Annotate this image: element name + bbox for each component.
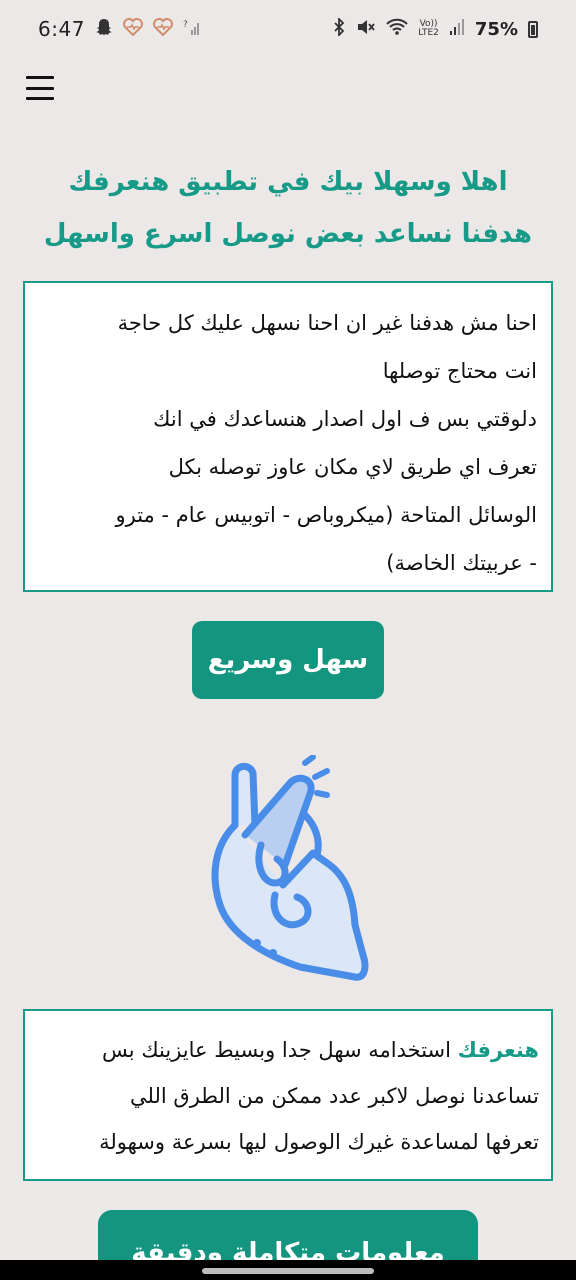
status-left: 6:47 ? (38, 17, 201, 41)
mute-icon (356, 18, 376, 41)
about-line-5: الوسائل المتاحة (ميكروباص - اتوبيس عام -… (115, 503, 537, 527)
bluetooth-icon (332, 16, 346, 41)
menu-line (26, 86, 54, 90)
usage-line-3: تعرفها لمساعدة غيرك الوصول ليها بسرعة وس… (99, 1130, 539, 1154)
hamburger-menu-icon[interactable] (26, 76, 54, 100)
about-card: احنا مش هدفنا غير ان احنا نسهل عليك كل ح… (23, 281, 553, 592)
about-line-4: تعرف اي طريق لاي مكان عاوز توصله بكل (168, 455, 537, 479)
home-gesture-handle[interactable] (202, 1268, 374, 1274)
wifi-icon (386, 18, 408, 41)
fingers-snap-icon (205, 754, 375, 985)
heart-health-icon (152, 17, 173, 41)
intro-line-1: اهلا وسهلا بيك في تطبيق هنعرفك (68, 167, 508, 197)
volte-icon: Vo)) LTE2 (418, 20, 439, 38)
snapchat-icon (95, 18, 113, 41)
menu-line (26, 97, 54, 100)
intro-heading: اهلا وسهلا بيك في تطبيق هنعرفك هدفنا نسا… (20, 156, 556, 260)
heart-health-icon (122, 17, 143, 41)
easy-fast-button[interactable]: سهل وسريع (192, 621, 384, 699)
about-line-2: انت محتاج توصلها (382, 359, 537, 383)
about-line-1: احنا مش هدفنا غير ان احنا نسهل عليك كل ح… (117, 311, 537, 335)
usage-line-2: تساعدنا نوصل لاكبر عدد ممكن من الطرق الل… (130, 1084, 539, 1108)
about-line-3: دلوقتي بس ف اول اصدار هنساعدك في انك (153, 407, 537, 431)
brand-name: هنعرفك (457, 1038, 539, 1062)
status-right: Vo)) LTE2 75% (332, 16, 538, 41)
battery-percent: 75% (474, 18, 518, 40)
usage-line-1: هنعرفك استخدامه سهل جدا وبسيط عايزينك بس (37, 1027, 539, 1073)
battery-icon (528, 20, 538, 38)
svg-text:?: ? (183, 20, 188, 30)
status-bar: 6:47 ? Vo)) LTE2 75% (0, 0, 576, 58)
about-line-6: - عربيتك الخاصة) (386, 551, 537, 575)
usage-line-1-text: استخدامه سهل جدا وبسيط عايزينك بس (102, 1038, 458, 1062)
intro-line-2: هدفنا نساعد بعض نوصل اسرع واسهل (43, 219, 533, 249)
usage-card: هنعرفك استخدامه سهل جدا وبسيط عايزينك بس… (23, 1009, 553, 1181)
signal-question-icon: ? (183, 18, 201, 41)
status-time: 6:47 (38, 17, 85, 41)
signal-icon (449, 18, 465, 41)
volte-bottom: LTE2 (418, 28, 439, 38)
menu-line (26, 76, 54, 79)
navigation-bar (0, 1260, 576, 1280)
